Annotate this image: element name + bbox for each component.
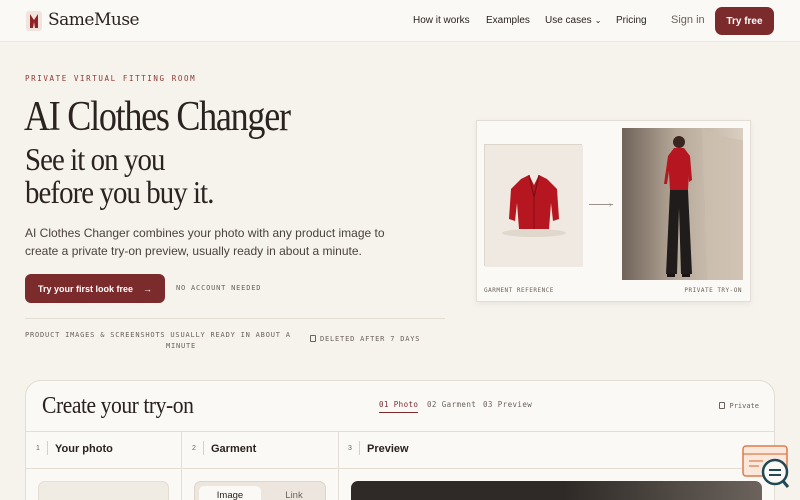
step-number: 1: [36, 445, 40, 452]
deletion-note-label: DELETED AFTER 7 DAYS: [320, 335, 421, 343]
preview-heading: Preview: [367, 443, 409, 455]
hero-subtitle-line-1: See it on you: [25, 141, 165, 177]
segment-link[interactable]: Link: [265, 486, 323, 500]
tab-preview[interactable]: 03 Preview: [483, 400, 532, 409]
brand-name[interactable]: SameMuse: [48, 10, 140, 30]
step-number-divider: [47, 441, 48, 455]
hero-subtitle-line-2: before you buy it.: [25, 174, 214, 210]
hero-description: AI Clothes Changer combines your photo w…: [25, 226, 385, 258]
tab-garment[interactable]: 02 Garment: [427, 400, 476, 409]
hero-subtitle: See it on you before you buy it.: [25, 143, 214, 209]
your-photo-heading: Your photo: [55, 443, 113, 455]
private-tryon-label: PRIVATE TRY-ON: [684, 287, 742, 294]
photo-upload-area[interactable]: [38, 481, 169, 500]
deletion-note: DELETED AFTER 7 DAYS: [310, 335, 420, 343]
divider: [26, 468, 774, 469]
garment-source-toggle: Image Link: [194, 481, 326, 500]
nav-use-cases-label: Use cases: [545, 15, 592, 26]
ready-time-note: PRODUCT IMAGES & SCREENSHOTS USUALLY REA…: [25, 330, 295, 352]
step-number-divider: [203, 441, 204, 455]
try-free-button[interactable]: Try free: [715, 7, 774, 35]
segment-image[interactable]: Image: [199, 486, 261, 500]
nav-how-it-works[interactable]: How it works: [413, 15, 470, 26]
cta-label: Try your first look free: [37, 283, 134, 294]
hero-eyebrow: PRIVATE VIRTUAL FITTING ROOM: [25, 74, 197, 83]
panel-title: Create your try-on: [42, 393, 194, 419]
page-title: AI Clothes Changer: [24, 94, 291, 140]
preview-image-area: [351, 481, 762, 500]
sign-in-link[interactable]: Sign in: [671, 14, 705, 26]
arrow-right-icon: →: [143, 283, 153, 294]
chevron-down-icon: ⌄: [594, 16, 602, 25]
divider: [26, 431, 774, 432]
private-label: Private: [729, 402, 759, 410]
nav-examples[interactable]: Examples: [486, 15, 530, 26]
column-divider: [338, 431, 339, 500]
nav-use-cases[interactable]: Use cases ⌄: [545, 15, 601, 26]
step-number: 3: [348, 445, 352, 452]
lock-icon: [310, 335, 316, 342]
arrow-right-icon: ›: [609, 200, 612, 209]
ready-time-note-line-2: MINUTE: [165, 342, 197, 350]
tab-photo[interactable]: 01 Photo: [379, 400, 419, 413]
divider: [25, 318, 445, 319]
column-divider: [181, 431, 182, 500]
private-tryon-image: [622, 128, 743, 280]
no-account-note: NO ACCOUNT NEEDED: [176, 284, 262, 292]
garment-reference-image: [484, 144, 583, 267]
garment-heading: Garment: [211, 443, 257, 455]
tryon-example-card: › GARMENT REFERENCE PRIVATE TRY-ON: [476, 120, 751, 302]
nav-pricing[interactable]: Pricing: [616, 15, 647, 26]
model-illustration: [664, 128, 743, 280]
private-badge: Private: [719, 402, 759, 410]
try-first-look-button[interactable]: Try your first look free →: [25, 274, 165, 303]
chat-support-icon[interactable]: [741, 444, 791, 490]
create-tryon-panel: Create your try-on 01 Photo 02 Garment 0…: [25, 380, 775, 500]
lock-icon: [719, 402, 726, 409]
ready-time-note-line-1: PRODUCT IMAGES & SCREENSHOTS USUALLY REA…: [25, 331, 291, 339]
step-number: 2: [192, 445, 196, 452]
top-nav: SameMuse How it works Examples Use cases…: [0, 0, 800, 42]
step-number-divider: [359, 441, 360, 455]
logo-icon[interactable]: [26, 11, 42, 31]
garment-reference-label: GARMENT REFERENCE: [484, 287, 554, 294]
red-blazer-illustration: [485, 145, 583, 267]
